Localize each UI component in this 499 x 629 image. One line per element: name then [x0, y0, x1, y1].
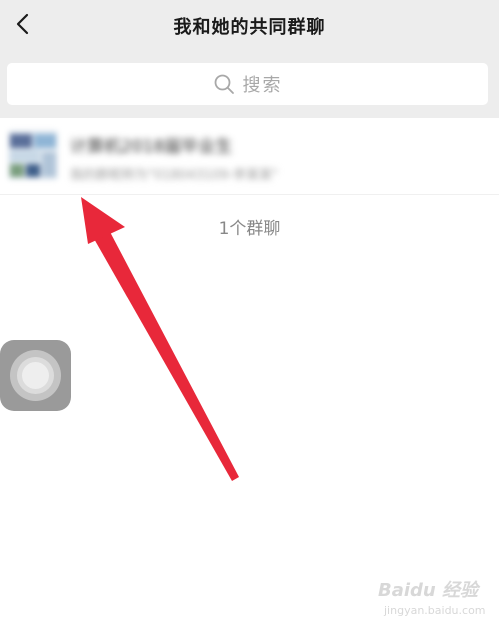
assistive-touch-button[interactable] — [0, 340, 71, 411]
nav-bar: 我和她的共同群聊 — [0, 0, 499, 54]
assistive-touch-core — [22, 362, 49, 389]
divider — [0, 194, 499, 195]
watermark: Baidu 经验 jingyan.baidu.com — [378, 572, 493, 624]
page-title: 我和她的共同群聊 — [173, 17, 326, 38]
shared-groups-page: 我和她的共同群聊 搜索 计算机2018届毕业生 我的群昵称为"018043109… — [0, 0, 499, 629]
list-item[interactable]: 计算机2018届毕业生 我的群昵称为"018043109-李某某" — [0, 118, 360, 194]
watermark-url: jingyan.baidu.com — [384, 604, 486, 617]
search-placeholder: 搜索 — [242, 75, 283, 96]
search-input[interactable]: 搜索 — [7, 63, 488, 105]
search-area: 搜索 — [0, 54, 499, 118]
group-name: 计算机2018届毕业生 — [70, 137, 233, 157]
search-icon — [214, 74, 234, 94]
group-nickname: 我的群昵称为"018043109-李某某" — [70, 168, 279, 183]
group-avatar — [8, 130, 58, 180]
baidu-logo: Baidu 经验 — [378, 580, 479, 601]
group-count: 1个群聊 — [218, 219, 281, 239]
